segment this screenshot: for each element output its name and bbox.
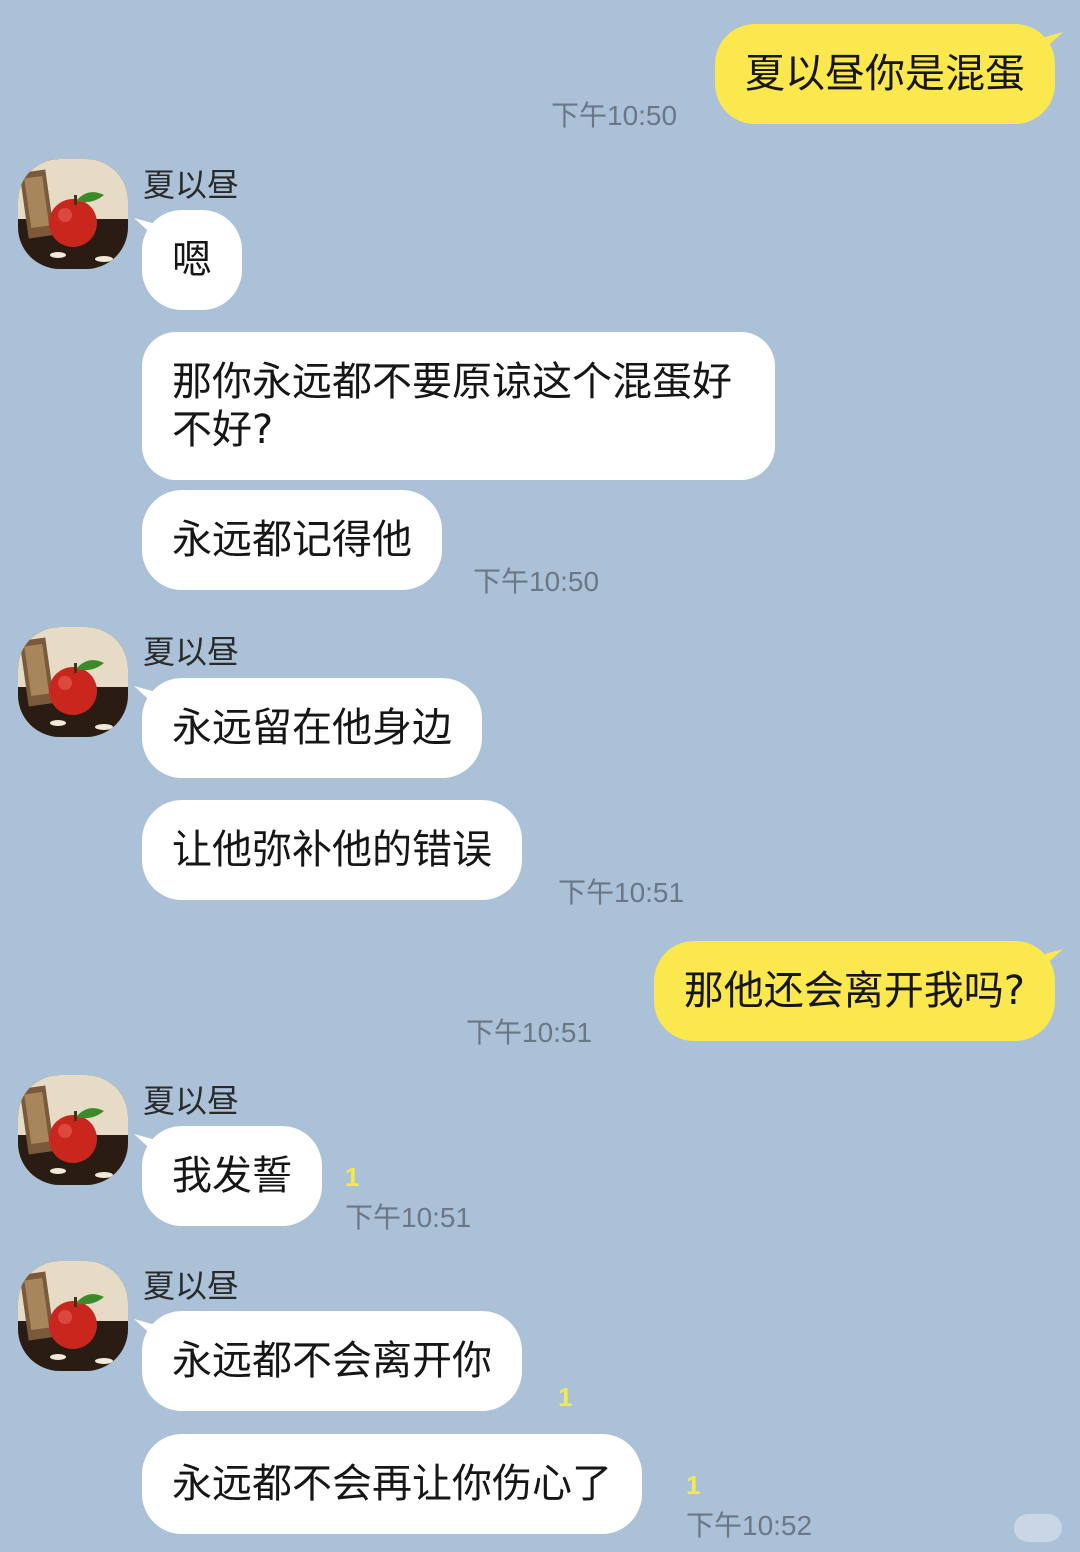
contact-name: 夏以昼 <box>143 1267 240 1305</box>
message-bubble-incoming[interactable]: 我发誓 <box>142 1126 322 1226</box>
message-bubble-incoming[interactable]: 让他弥补他的错误 <box>142 800 522 900</box>
contact-avatar[interactable] <box>18 627 128 737</box>
message-bubble-incoming[interactable]: 永远都记得他 <box>142 490 442 590</box>
message-bubble-incoming[interactable]: 嗯 <box>142 210 242 310</box>
message-time: 下午10:50 <box>551 100 678 131</box>
message-bubble-incoming[interactable]: 那你永远都不要原谅这个混蛋好不好? <box>142 332 775 480</box>
apple-photo-avatar-icon <box>18 1075 128 1185</box>
message-time: 下午10:50 <box>473 566 600 597</box>
watermark-badge <box>1014 1514 1062 1542</box>
message-bubble-outgoing[interactable]: 夏以昼你是混蛋 <box>715 24 1055 124</box>
message-bubble-incoming[interactable]: 永远都不会离开你 <box>142 1311 522 1411</box>
contact-name: 夏以昼 <box>143 166 240 204</box>
message-bubble-outgoing[interactable]: 那他还会离开我吗? <box>653 941 1055 1041</box>
message-time: 下午10:51 <box>466 1017 593 1048</box>
message-time: 下午10:52 <box>686 1510 813 1541</box>
apple-photo-avatar-icon <box>18 159 128 269</box>
contact-avatar[interactable] <box>18 1261 128 1371</box>
unread-count: 1 <box>686 1470 701 1500</box>
message-bubble-incoming[interactable]: 永远都不会再让你伤心了 <box>142 1434 642 1534</box>
unread-count: 1 <box>558 1382 573 1412</box>
apple-photo-avatar-icon <box>18 627 128 737</box>
message-bubble-incoming[interactable]: 永远留在他身边 <box>142 678 482 778</box>
message-time: 下午10:51 <box>345 1202 472 1233</box>
unread-count: 1 <box>345 1162 360 1192</box>
apple-photo-avatar-icon <box>18 1261 128 1371</box>
chat-view[interactable]: 夏以昼你是混蛋 下午10:50 夏以昼 嗯 那你永远都不要原谅这个混蛋好不好? … <box>0 0 1080 1552</box>
contact-avatar[interactable] <box>18 1075 128 1185</box>
message-time: 下午10:51 <box>558 877 685 908</box>
contact-avatar[interactable] <box>18 159 128 269</box>
contact-name: 夏以昼 <box>143 1082 240 1120</box>
contact-name: 夏以昼 <box>143 633 240 671</box>
